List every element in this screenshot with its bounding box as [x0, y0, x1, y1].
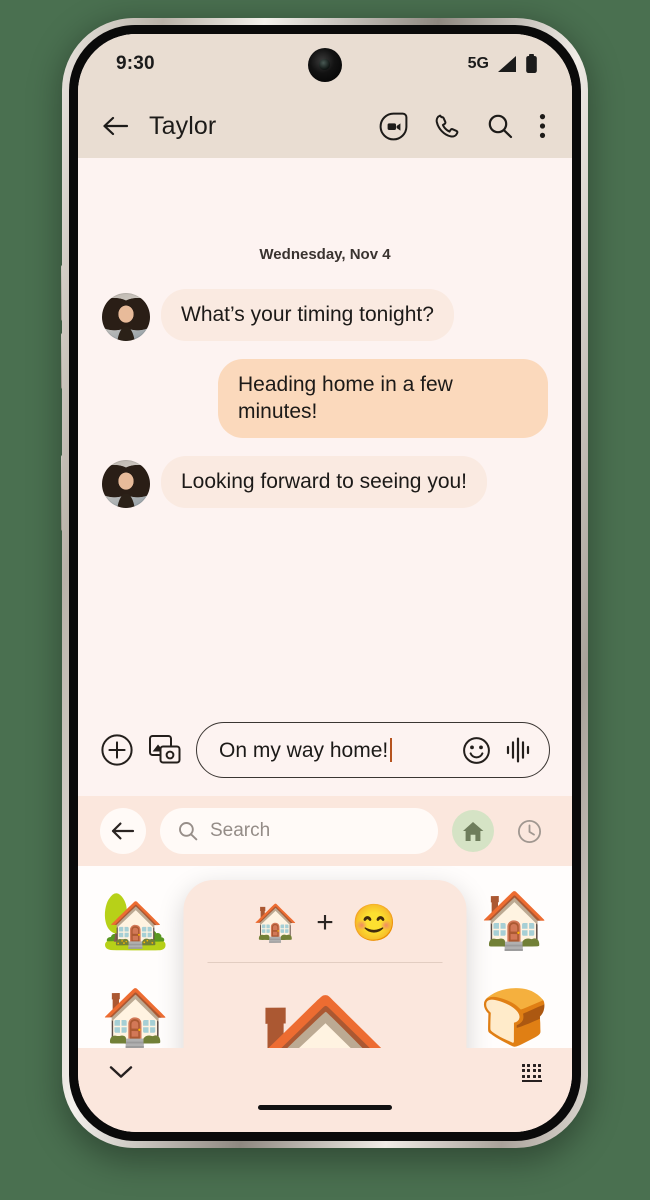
voice-waveform-icon[interactable]	[505, 736, 531, 764]
page-title: Taylor	[149, 111, 217, 140]
message-list[interactable]: Wednesday, Nov 4 What’s your timing toni…	[78, 158, 572, 708]
status-bar: 9:30 5G	[78, 34, 572, 94]
sticker-back-button[interactable]	[100, 808, 146, 854]
back-arrow-icon[interactable]	[102, 115, 129, 137]
date-separator: Wednesday, Nov 4	[259, 246, 391, 263]
combination-source-row: 🏠 + 😊	[204, 902, 447, 962]
search-placeholder: Search	[210, 820, 271, 841]
chevron-down-icon[interactable]	[108, 1064, 134, 1080]
sticker-tile[interactable]: 🍞	[480, 990, 548, 1045]
more-vertical-icon[interactable]	[539, 113, 546, 139]
message-row: Looking forward to seeing you!	[102, 455, 548, 508]
message-input-field[interactable]: On my way home!	[196, 722, 550, 778]
phone-icon[interactable]	[434, 113, 461, 140]
front-camera-punch-hole	[308, 48, 342, 82]
header-actions	[379, 112, 546, 141]
sticker-tile[interactable]: 🏠	[480, 893, 548, 948]
emoji-combine-dialog: 🏠 + 😊 🏠 Cancel Send	[183, 880, 467, 1049]
back-arrow-icon	[111, 822, 135, 840]
text-cursor	[390, 737, 393, 762]
divider	[207, 962, 443, 963]
compose-bar: On my way home!	[78, 708, 572, 796]
sticker-tile[interactable]: 🏡	[101, 893, 169, 948]
plus-circle-icon[interactable]	[100, 733, 134, 767]
avatar	[102, 460, 150, 508]
house-icon	[463, 821, 484, 841]
signal-bars-icon	[498, 56, 516, 72]
phone-frame: 9:30 5G Taylor Wednesday, Nov 4 What’s y…	[62, 18, 588, 1148]
avatar	[102, 293, 150, 342]
message-input-text[interactable]: On my way home!	[219, 737, 448, 763]
status-indicators: 5G	[468, 54, 538, 74]
battery-full-icon	[526, 54, 537, 73]
emoji-smiley-icon[interactable]	[462, 736, 491, 765]
keyboard-icon[interactable]	[522, 1064, 542, 1083]
phone-screen: 9:30 5G Taylor Wednesday, Nov 4 What’s y…	[78, 34, 572, 1132]
plus-sign: +	[316, 906, 334, 939]
message-bubble-incoming[interactable]: Looking forward to seeing you!	[161, 455, 488, 508]
category-recent[interactable]	[508, 810, 550, 852]
search-input[interactable]: Search	[160, 808, 438, 854]
source-emoji-a: 🏠	[253, 902, 299, 943]
message-row: Heading home in a few minutes!	[102, 359, 548, 438]
sticker-tile[interactable]: 🏠	[101, 990, 169, 1045]
conversation-header: Taylor	[78, 94, 572, 158]
search-icon[interactable]	[487, 113, 513, 139]
message-input-value: On my way home!	[219, 738, 389, 762]
category-home[interactable]	[452, 810, 494, 852]
message-bubble-incoming[interactable]: What’s your timing tonight?	[161, 289, 454, 342]
sticker-grid-panel[interactable]: 🏡 🏠 🏠 🍕 🏠 🏠 🏠 🏠 🏠 🍞 🌞 🏠 🏠 🏠 🏠 🏠 🏠 🏠 🏠 🏠 …	[78, 866, 572, 1048]
home-gesture-bar[interactable]	[258, 1105, 392, 1110]
message-row: What’s your timing tonight?	[102, 289, 548, 342]
sticker-search-bar: Search	[78, 796, 572, 866]
status-time: 9:30	[116, 53, 155, 74]
search-icon	[179, 822, 198, 841]
phone-bezel: 9:30 5G Taylor Wednesday, Nov 4 What’s y…	[69, 25, 581, 1141]
source-emoji-b: 😊	[351, 902, 397, 943]
combined-sticker-preview: 🏠	[204, 971, 447, 1049]
image-gallery-icon[interactable]	[148, 734, 182, 766]
network-label: 5G	[467, 55, 489, 72]
video-call-icon[interactable]	[379, 112, 408, 141]
clock-icon	[517, 819, 541, 843]
keyboard-bottom-bar	[78, 1048, 572, 1132]
message-bubble-outgoing[interactable]: Heading home in a few minutes!	[218, 359, 548, 438]
